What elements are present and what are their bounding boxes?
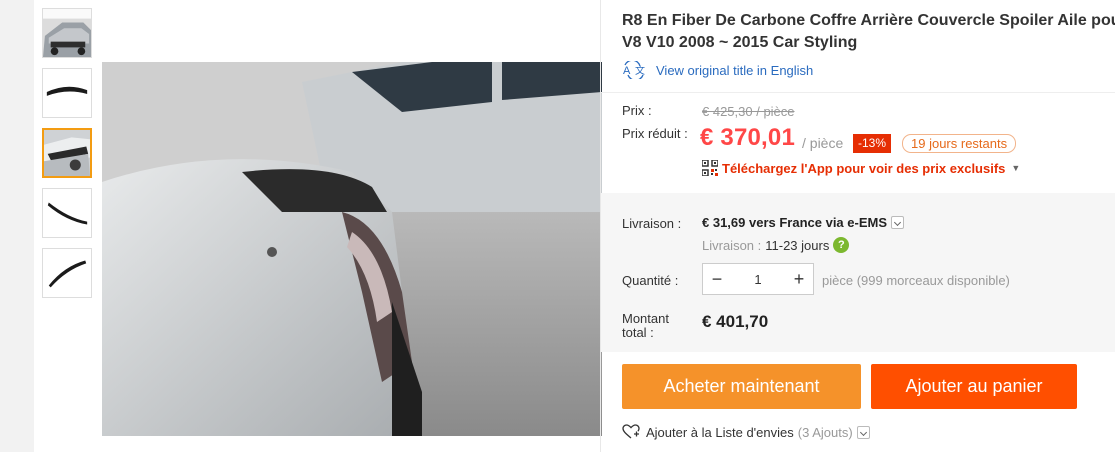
days-remaining-badge: 19 jours restants [902,134,1017,153]
help-icon[interactable]: ? [833,237,850,253]
product-title-line-1: R8 En Fiber De Carbone Coffre Arrière Co… [622,12,1115,29]
quantity-stepper: − 1 + [702,263,814,295]
shipping-dropdown-icon[interactable] [891,216,905,229]
original-price: € 425,30 / pièce [702,104,795,119]
translate-icon: A 文 [623,61,645,79]
car-spoiler-photo-icon [102,62,602,436]
discount-badge: -13% [853,134,892,153]
buy-now-button[interactable]: Acheter maintenant [622,364,861,409]
quantity-input[interactable]: 1 [731,272,785,287]
spoiler-photo-icon [43,69,91,117]
wishlist-dropdown-icon[interactable] [856,425,870,439]
product-info-panel: R8 En Fiber De Carbone Coffre Arrière Co… [601,0,1115,452]
shipping-label: Livraison : [622,216,682,231]
thumbnail-list [42,8,94,308]
car-rear-photo-icon [43,9,91,57]
current-price: € 370,01 [700,124,796,151]
total-amount: € 401,70 [702,312,769,331]
thumbnail-spoiler[interactable] [42,68,92,118]
heart-plus-icon [622,424,640,439]
left-gutter [0,0,34,452]
app-promo-label: Téléchargez l'App pour voir des prix exc… [722,160,1006,176]
app-promo-link[interactable]: Téléchargez l'App pour voir des prix exc… [702,160,1020,176]
product-title-line-2: V8 V10 2008 ~ 2015 Car Styling [622,34,858,51]
svg-text:A: A [623,65,631,77]
quantity-increase-button[interactable]: + [785,264,813,294]
add-to-cart-button[interactable]: Ajouter au panier [871,364,1077,409]
caret-down-icon: ▼ [1011,163,1021,173]
delivery-time-value: 11-23 jours [765,237,830,253]
wishlist-label: Ajouter à la Liste d'envies [646,424,794,440]
view-original-title-link[interactable]: A 文 View original title in English [622,61,813,79]
quantity-availability: pièce (999 morceaux disponible) [822,273,1010,288]
thumbnail-spoiler-side[interactable] [42,188,92,238]
qr-code-icon [702,160,718,176]
wishlist-count: (3 Ajouts) [797,424,853,440]
view-original-title-label: View original title in English [656,62,814,78]
total-label-line-1: Montant [622,311,669,326]
total-label-line-2: total : [622,325,654,340]
product-gallery [34,0,602,452]
quantity-decrease-button[interactable]: − [703,264,731,294]
thumbnail-car-trunk[interactable] [42,128,92,178]
price-unit: / pièce [802,135,844,151]
thumbnail-spoiler-angle[interactable] [42,248,92,298]
spoiler-side-photo-icon [43,189,91,237]
svg-text:文: 文 [635,64,645,77]
quantity-label: Quantité : [622,273,679,288]
thumbnail-car-rear[interactable] [42,8,92,58]
section-separator [601,92,1115,93]
product-title: R8 En Fiber De Carbone Coffre Arrière Co… [622,10,1115,54]
spoiler-angle-photo-icon [43,249,91,297]
shipping-summary[interactable]: € 31,69 vers France via e-EMS [702,215,905,230]
main-product-image[interactable] [102,62,602,436]
total-label: Montant total : [622,312,669,340]
wishlist-link[interactable]: Ajouter à la Liste d'envies (3 Ajouts) [622,424,870,440]
shipping-summary-text: € 31,69 vers France via e-EMS [702,215,888,230]
delivery-time: Livraison : 11-23 jours ? [702,237,850,253]
delivery-time-label: Livraison : [702,237,762,253]
discounted-price-label: Prix réduit : [622,126,688,141]
car-trunk-photo-icon [44,130,90,176]
price-label: Prix : [622,103,652,118]
